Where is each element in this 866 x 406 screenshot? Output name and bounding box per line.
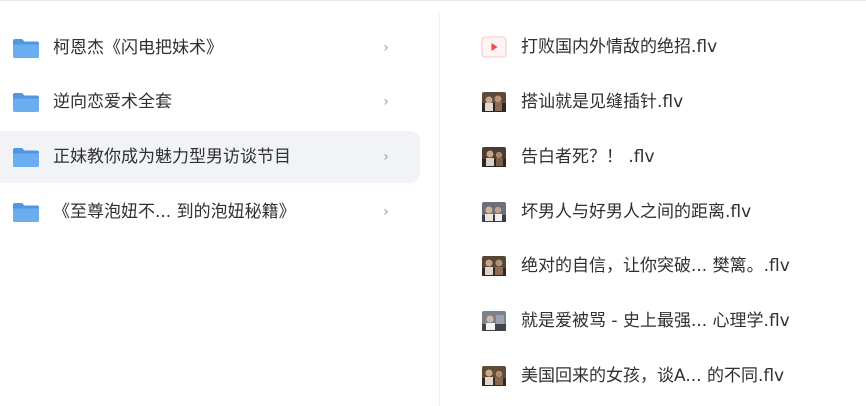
folder-list-pane: 柯恩杰《闪电把妹术》 › 逆向恋爱术全套 › 正妹教你成为魅力型男访谈节目 › … xyxy=(0,0,438,406)
file-name: 搭讪就是见缝插针.flv xyxy=(521,92,684,112)
video-thumbnail-icon xyxy=(481,91,507,113)
folder-icon xyxy=(12,146,40,168)
file-name: 就是爱被骂 - 史上最强... 心理学.flv xyxy=(521,311,790,331)
file-name: 坏男人与好男人之间的距离.flv xyxy=(521,202,752,222)
video-play-icon xyxy=(481,36,507,58)
chevron-right-icon: › xyxy=(383,40,389,56)
video-thumbnail-icon xyxy=(481,310,507,332)
folder-row[interactable]: 逆向恋爱术全套 › xyxy=(0,76,420,128)
file-row[interactable]: 美国回来的女孩，谈A... 的不同.flv xyxy=(440,353,866,399)
folder-icon xyxy=(12,91,40,113)
folder-row[interactable]: 《至尊泡妞不... 到的泡妞秘籍》 › xyxy=(0,186,420,238)
folder-name: 正妹教你成为魅力型男访谈节目 xyxy=(53,147,291,167)
file-row[interactable]: 搭讪就是见缝插针.flv xyxy=(440,79,866,125)
folder-row[interactable]: 柯恩杰《闪电把妹术》 › xyxy=(0,22,420,74)
file-name: 绝对的自信，让你突破... 樊篱。.flv xyxy=(521,256,790,276)
video-thumbnail-icon xyxy=(481,146,507,168)
folder-name: 柯恩杰《闪电把妹术》 xyxy=(53,38,223,58)
folder-icon xyxy=(12,201,40,223)
folder-name: 《至尊泡妞不... 到的泡妞秘籍》 xyxy=(53,202,296,222)
file-row[interactable]: 就是爱被骂 - 史上最强... 心理学.flv xyxy=(440,298,866,344)
file-row[interactable]: 坏男人与好男人之间的距离.flv xyxy=(440,189,866,235)
file-name: 美国回来的女孩，谈A... 的不同.flv xyxy=(521,366,785,386)
chevron-right-icon: › xyxy=(383,149,389,165)
folder-row-selected[interactable]: 正妹教你成为魅力型男访谈节目 › xyxy=(0,131,420,183)
chevron-right-icon: › xyxy=(383,94,389,110)
file-row[interactable]: 打败国内外情敌的绝招.flv xyxy=(440,24,866,70)
file-row[interactable]: 绝对的自信，让你突破... 樊篱。.flv xyxy=(440,243,866,289)
file-list-pane: 打败国内外情敌的绝招.flv 搭讪就是见缝插针.flv 告白者死？！ .flv … xyxy=(440,0,866,406)
file-name: 告白者死？！ .flv xyxy=(521,147,655,167)
video-thumbnail-icon xyxy=(481,365,507,387)
video-thumbnail-icon xyxy=(481,201,507,223)
folder-icon xyxy=(12,37,40,59)
file-name: 打败国内外情敌的绝招.flv xyxy=(521,37,718,57)
folder-name: 逆向恋爱术全套 xyxy=(53,92,172,112)
chevron-right-icon: › xyxy=(383,204,389,220)
video-thumbnail-icon xyxy=(481,255,507,277)
file-row[interactable]: 告白者死？！ .flv xyxy=(440,134,866,180)
